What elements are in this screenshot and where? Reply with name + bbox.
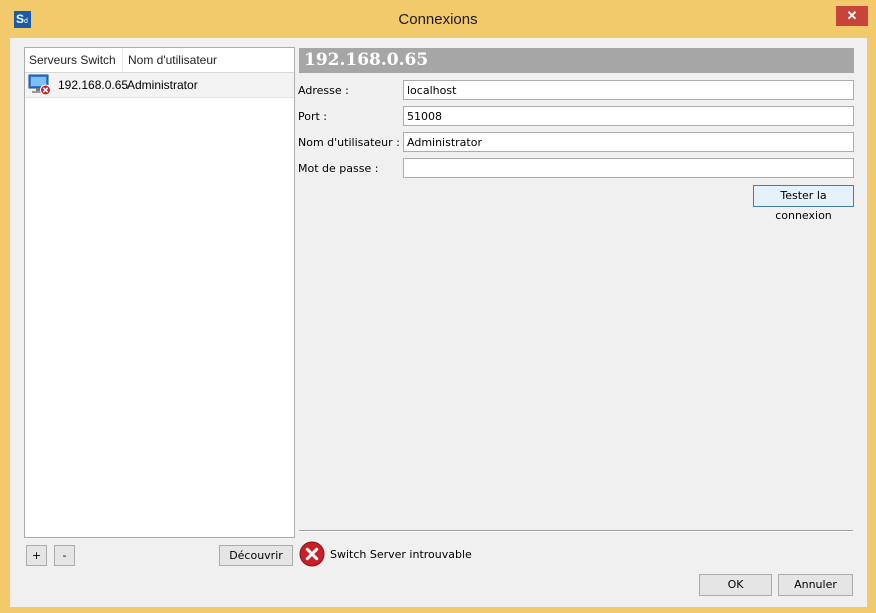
server-address-cell: 192.168.0.65 [58, 78, 129, 92]
window-title: Connexions [398, 11, 478, 28]
server-list[interactable]: Serveurs Switch Nom d'utilisateur 192.16… [24, 47, 295, 538]
status-message: Switch Server introuvable [330, 548, 472, 561]
server-row[interactable]: 192.168.0.65 Administrator [25, 73, 294, 98]
column-header-server[interactable]: Serveurs Switch [29, 53, 116, 67]
ok-button[interactable]: OK [699, 574, 772, 596]
close-button[interactable]: ✕ [836, 6, 868, 26]
dialog-client-area: Serveurs Switch Nom d'utilisateur 192.16… [10, 38, 867, 607]
remove-server-button[interactable]: - [54, 545, 75, 566]
status-divider [299, 530, 853, 532]
title-bar[interactable]: Sd Connexions ✕ [0, 0, 876, 38]
username-field[interactable]: Administrator [403, 132, 854, 152]
test-connection-button[interactable]: Tester la connexion [753, 185, 854, 222]
server-user-cell: Administrator [127, 78, 198, 92]
server-detail-header: 192.168.0.65 [299, 48, 854, 73]
username-label: Nom d'utilisateur : [298, 136, 400, 149]
cancel-button[interactable]: Annuler [778, 574, 853, 596]
port-field[interactable]: 51008 [403, 106, 854, 126]
server-list-header: Serveurs Switch Nom d'utilisateur [25, 48, 294, 73]
column-header-user[interactable]: Nom d'utilisateur [128, 53, 217, 67]
address-field[interactable]: localhost [403, 80, 854, 100]
password-label: Mot de passe : [298, 162, 379, 175]
error-icon [299, 541, 325, 567]
server-disconnected-icon [28, 74, 51, 96]
discover-button[interactable]: Découvrir [219, 545, 293, 566]
add-server-button[interactable]: + [26, 545, 47, 566]
port-label: Port : [298, 110, 328, 123]
connexions-window: Sd Connexions ✕ Serveurs Switch Nom d'ut… [0, 0, 876, 613]
password-field[interactable] [403, 158, 854, 178]
column-separator[interactable] [122, 48, 123, 72]
address-label: Adresse : [298, 84, 349, 97]
